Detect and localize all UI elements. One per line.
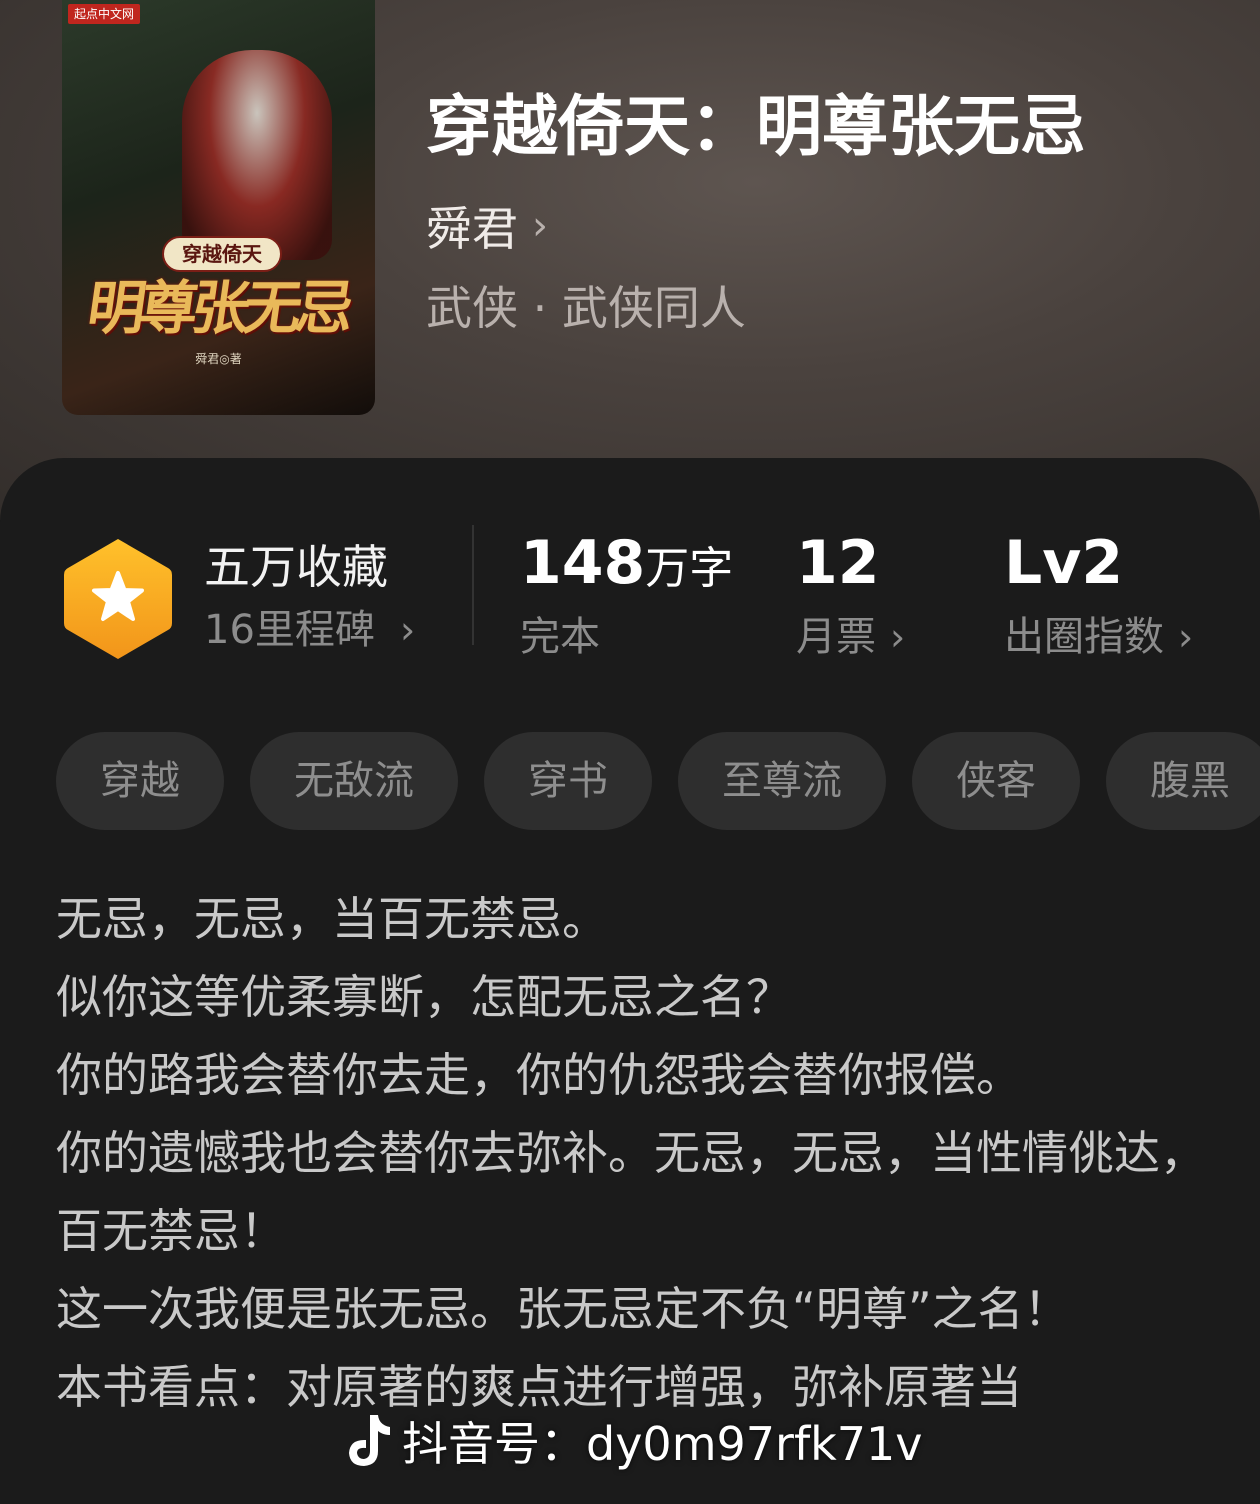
chevron-right-icon: › [400,608,416,652]
cover-author: 舜君◎著 [195,352,242,366]
description-line: 无忌，无忌，当百无禁忌。 [56,892,608,946]
stats-divider [472,525,474,645]
word-count-value: 148 [520,528,646,598]
favorites-label: 五万收藏 [204,540,388,594]
watermark-text: 抖音号：dy0m97rfk71v [402,1417,923,1471]
milestone-link[interactable]: 16里程碑 [204,605,375,655]
chevron-right-icon: › [890,615,906,659]
monthly-votes-link[interactable]: 月票 › [796,612,905,662]
cover-title-art: 明尊张无忌 [83,274,353,342]
description-line: 你的遗憾我也会替你去弥补。无忌，无忌，当性情佻达，百无禁忌！ [56,1126,1206,1258]
star-badge-icon[interactable] [62,537,174,661]
book-title: 穿越倚天：明尊张无忌 [426,87,1086,165]
tag-chip[interactable]: 穿书 [484,732,652,830]
word-count: 148万字 [520,528,733,604]
author-link[interactable]: 舜君 › [426,196,548,256]
author-name: 舜君 [426,202,518,256]
influence-link[interactable]: 出圈指数 › [1004,612,1193,662]
book-status: 完本 [520,614,600,660]
tag-chip[interactable]: 无敌流 [250,732,458,830]
publisher-logo: 起点中文网 [68,4,141,24]
tag-chip[interactable]: 腹黑 [1106,732,1260,830]
tag-chip[interactable]: 侠客 [912,732,1080,830]
monthly-votes-value: 12 [796,528,880,598]
influence-label: 出圈指数 [1004,614,1164,660]
book-description[interactable]: 无忌，无忌，当百无禁忌。 似你这等优柔寡断，怎配无忌之名？ 你的路我会替你去走，… [56,880,1206,1426]
description-line: 你的路我会替你去走，你的仇怨我会替你报偿。 [56,1048,1022,1102]
book-cover[interactable]: 起点中文网 穿越倚天 明尊张无忌 舜君◎著 [62,0,375,415]
chevron-right-icon: › [532,203,548,249]
douyin-watermark: 抖音号：dy0m97rfk71v [340,1406,923,1476]
cover-illustration [182,50,332,260]
description-line: 似你这等优柔寡断，怎配无忌之名？ [56,970,792,1024]
book-genre[interactable]: 武侠 · 武侠同人 [426,278,746,338]
monthly-votes-label: 月票 [796,614,876,660]
tag-chip[interactable]: 至尊流 [678,732,886,830]
tag-list: 穿越 无敌流 穿书 至尊流 侠客 腹黑 [56,732,1260,830]
cover-subtitle: 穿越倚天 [162,236,282,272]
description-line: 这一次我便是张无忌。张无忌定不负“明尊”之名！ [56,1282,1070,1336]
chevron-right-icon: › [1178,615,1194,659]
tag-chip[interactable]: 穿越 [56,732,224,830]
word-count-unit: 万字 [645,543,734,594]
douyin-logo-icon [349,1415,390,1466]
influence-value: Lv2 [1004,528,1124,598]
